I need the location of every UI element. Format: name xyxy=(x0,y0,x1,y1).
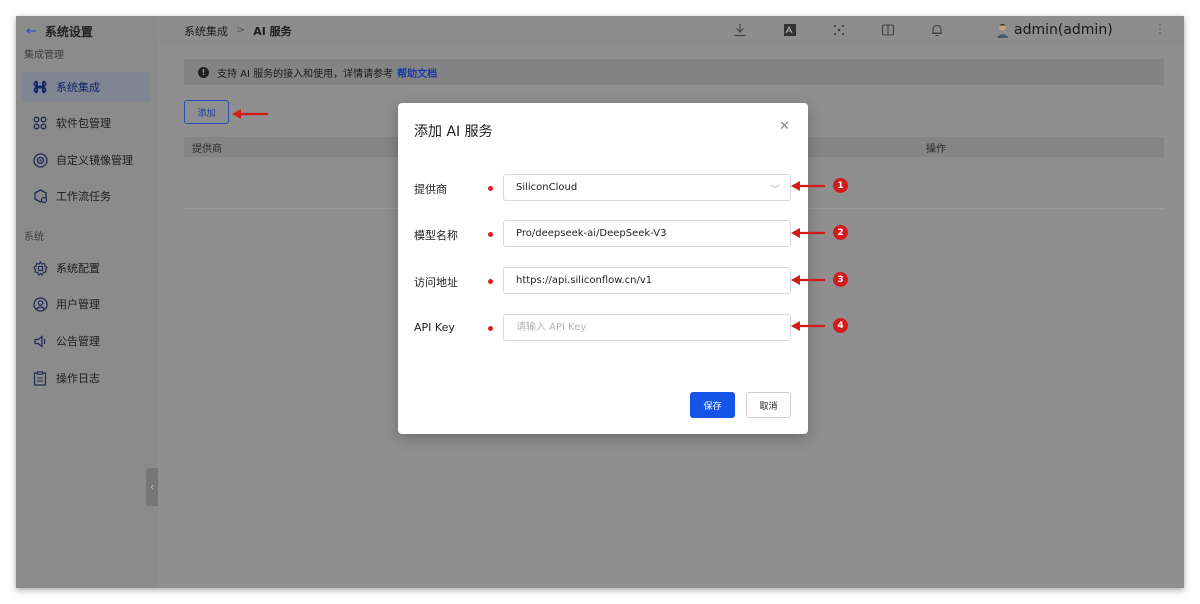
sidebar-item-operation-log[interactable]: 操作日志 xyxy=(22,363,150,393)
endpoint-input[interactable]: https://api.siliconflow.cn/v1 xyxy=(503,267,791,294)
form-row-provider: 提供商 SiliconCloud ﹀ xyxy=(398,174,808,202)
required-marker xyxy=(488,279,493,284)
avatar[interactable] xyxy=(994,22,1010,38)
dialog-title: 添加 AI 服务 xyxy=(414,124,493,140)
add-button[interactable]: 添加 xyxy=(184,100,229,124)
model-name-label: 模型名称 xyxy=(414,229,458,242)
user-name[interactable]: admin(admin) xyxy=(1014,22,1113,38)
sparkle-icon[interactable] xyxy=(831,22,847,38)
annotation-arrow-4 xyxy=(791,321,825,331)
breadcrumb: 系统集成 > AI 服务 xyxy=(184,23,292,39)
speaker-icon xyxy=(32,333,48,349)
annotation-arrow-3 xyxy=(791,275,825,285)
sidebar-item-label: 操作日志 xyxy=(56,372,100,385)
user-icon xyxy=(32,296,48,312)
sidebar-item-label: 软件包管理 xyxy=(56,117,111,130)
group-title-system: 系统 xyxy=(24,232,44,243)
back-arrow-icon[interactable]: ← xyxy=(26,24,37,39)
sidebar-item-label: 工作流任务 xyxy=(56,190,111,203)
form-row-endpoint: 访问地址 https://api.siliconflow.cn/v1 xyxy=(398,267,808,295)
provider-select[interactable]: SiliconCloud xyxy=(503,174,791,201)
bell-icon[interactable] xyxy=(929,22,945,38)
info-alert: ! 支持 AI 服务的接入和使用，详情请参考 帮助文档 xyxy=(184,59,1164,85)
sidebar-item-workflow[interactable]: 工作流任务 xyxy=(22,181,150,211)
provider-label: 提供商 xyxy=(414,183,447,196)
sidebar-item-label: 用户管理 xyxy=(56,298,100,311)
annotation-badge-4: 4 xyxy=(833,318,848,333)
image-icon xyxy=(32,152,48,168)
sidebar-item-package[interactable]: 软件包管理 xyxy=(22,108,150,138)
sidebar-item-label: 公告管理 xyxy=(56,335,100,348)
info-icon: ! xyxy=(198,66,209,78)
annotation-badge-1: 1 xyxy=(833,178,848,193)
sidebar-item-user-management[interactable]: 用户管理 xyxy=(22,289,150,319)
sidebar-item-label: 系统配置 xyxy=(56,262,100,275)
sidebar-item-announcement[interactable]: 公告管理 xyxy=(22,326,150,356)
workflow-icon xyxy=(32,188,48,204)
top-bar: 系统集成 > AI 服务 admin(admin) ⋮ xyxy=(158,16,1184,46)
api-key-input[interactable] xyxy=(503,314,791,341)
sidebar-item-label: 自定义镜像管理 xyxy=(56,154,133,167)
add-ai-service-dialog: 添加 AI 服务 ✕ 提供商 SiliconCloud ﹀ 模型名称 Pro/d… xyxy=(398,103,808,434)
group-title-integration: 集成管理 xyxy=(24,50,64,61)
annotation-badge-2: 2 xyxy=(833,225,848,240)
sidebar-item-system-integration[interactable]: 系统集成 xyxy=(22,72,150,102)
log-icon xyxy=(32,370,48,386)
package-icon xyxy=(32,115,48,131)
chevron-left-icon: ‹ xyxy=(150,481,154,493)
required-marker xyxy=(488,232,493,237)
column-header-provider: 提供商 xyxy=(192,144,222,155)
sidebar-item-system-config[interactable]: 系统配置 xyxy=(22,253,150,283)
book-icon[interactable] xyxy=(880,22,896,38)
annotation-arrow-1 xyxy=(791,181,825,191)
endpoint-label: 访问地址 xyxy=(414,276,458,289)
annotation-badge-3: 3 xyxy=(833,272,848,287)
back-to-settings[interactable]: ← 系统设置 xyxy=(26,22,93,40)
download-icon[interactable] xyxy=(732,22,748,38)
sidebar-item-label: 系统集成 xyxy=(56,81,100,94)
ai-image-icon[interactable] xyxy=(782,22,798,38)
help-doc-link[interactable]: 帮助文档 xyxy=(397,65,437,80)
breadcrumb-separator: > xyxy=(236,23,246,36)
settings-icon xyxy=(32,260,48,276)
chevron-down-icon[interactable]: ﹀ xyxy=(770,181,780,196)
required-marker xyxy=(488,326,493,331)
breadcrumb-parent[interactable]: 系统集成 xyxy=(184,23,228,39)
save-button[interactable]: 保存 xyxy=(690,392,735,418)
annotation-arrow-2 xyxy=(791,228,825,238)
sidebar-title: 系统设置 xyxy=(44,24,93,39)
sidebar-collapse-handle[interactable]: ‹ xyxy=(146,468,158,506)
model-name-input[interactable]: Pro/deepseek-ai/DeepSeek-V3 xyxy=(503,220,791,247)
alert-text: 支持 AI 服务的接入和使用，详情请参考 xyxy=(217,68,394,80)
command-icon xyxy=(32,79,48,95)
sidebar: ← 系统设置 集成管理 系统集成 软件包管理 自定义镜像管理 工作流任务 系统 … xyxy=(16,16,158,588)
sidebar-item-custom-image[interactable]: 自定义镜像管理 xyxy=(22,145,150,175)
api-key-label: API Key xyxy=(414,321,455,334)
column-header-actions: 操作 xyxy=(926,144,946,155)
form-row-api-key: API Key xyxy=(398,314,808,342)
required-marker xyxy=(488,186,493,191)
breadcrumb-current: AI 服务 xyxy=(253,25,292,38)
form-row-model-name: 模型名称 Pro/deepseek-ai/DeepSeek-V3 xyxy=(398,220,808,248)
close-icon[interactable]: ✕ xyxy=(779,119,790,134)
more-vertical-icon[interactable]: ⋮ xyxy=(1154,22,1166,36)
cancel-button[interactable]: 取消 xyxy=(746,392,791,418)
annotation-arrow-add xyxy=(232,109,268,119)
